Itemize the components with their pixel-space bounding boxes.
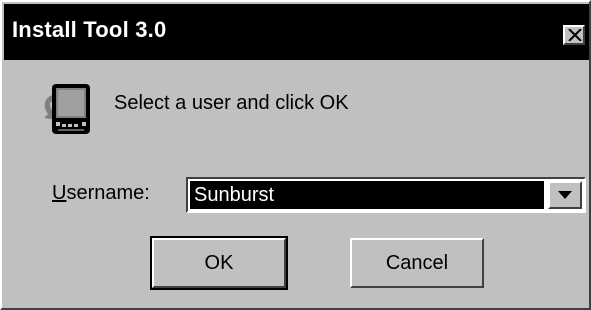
prompt-text: Select a user and click OK [114,92,349,114]
dropdown-button[interactable] [548,181,582,209]
cancel-button[interactable]: Cancel [350,238,484,288]
username-label: Username: [52,182,150,205]
close-button[interactable] [563,25,585,45]
username-label-rest: sername: [66,182,150,204]
handheld-device-icon [44,84,90,134]
window-title: Install Tool 3.0 [12,17,167,42]
title-bar[interactable]: Install Tool 3.0 [4,4,589,60]
close-icon [568,29,582,41]
install-tool-dialog: Install Tool 3.0 Select a user and click… [0,0,591,310]
username-dropdown[interactable]: Sunburst [186,177,586,213]
ok-button[interactable]: OK [150,236,288,290]
chevron-down-icon [558,191,572,199]
username-selected-value[interactable]: Sunburst [190,181,544,209]
username-label-mnemonic: U [52,182,67,204]
